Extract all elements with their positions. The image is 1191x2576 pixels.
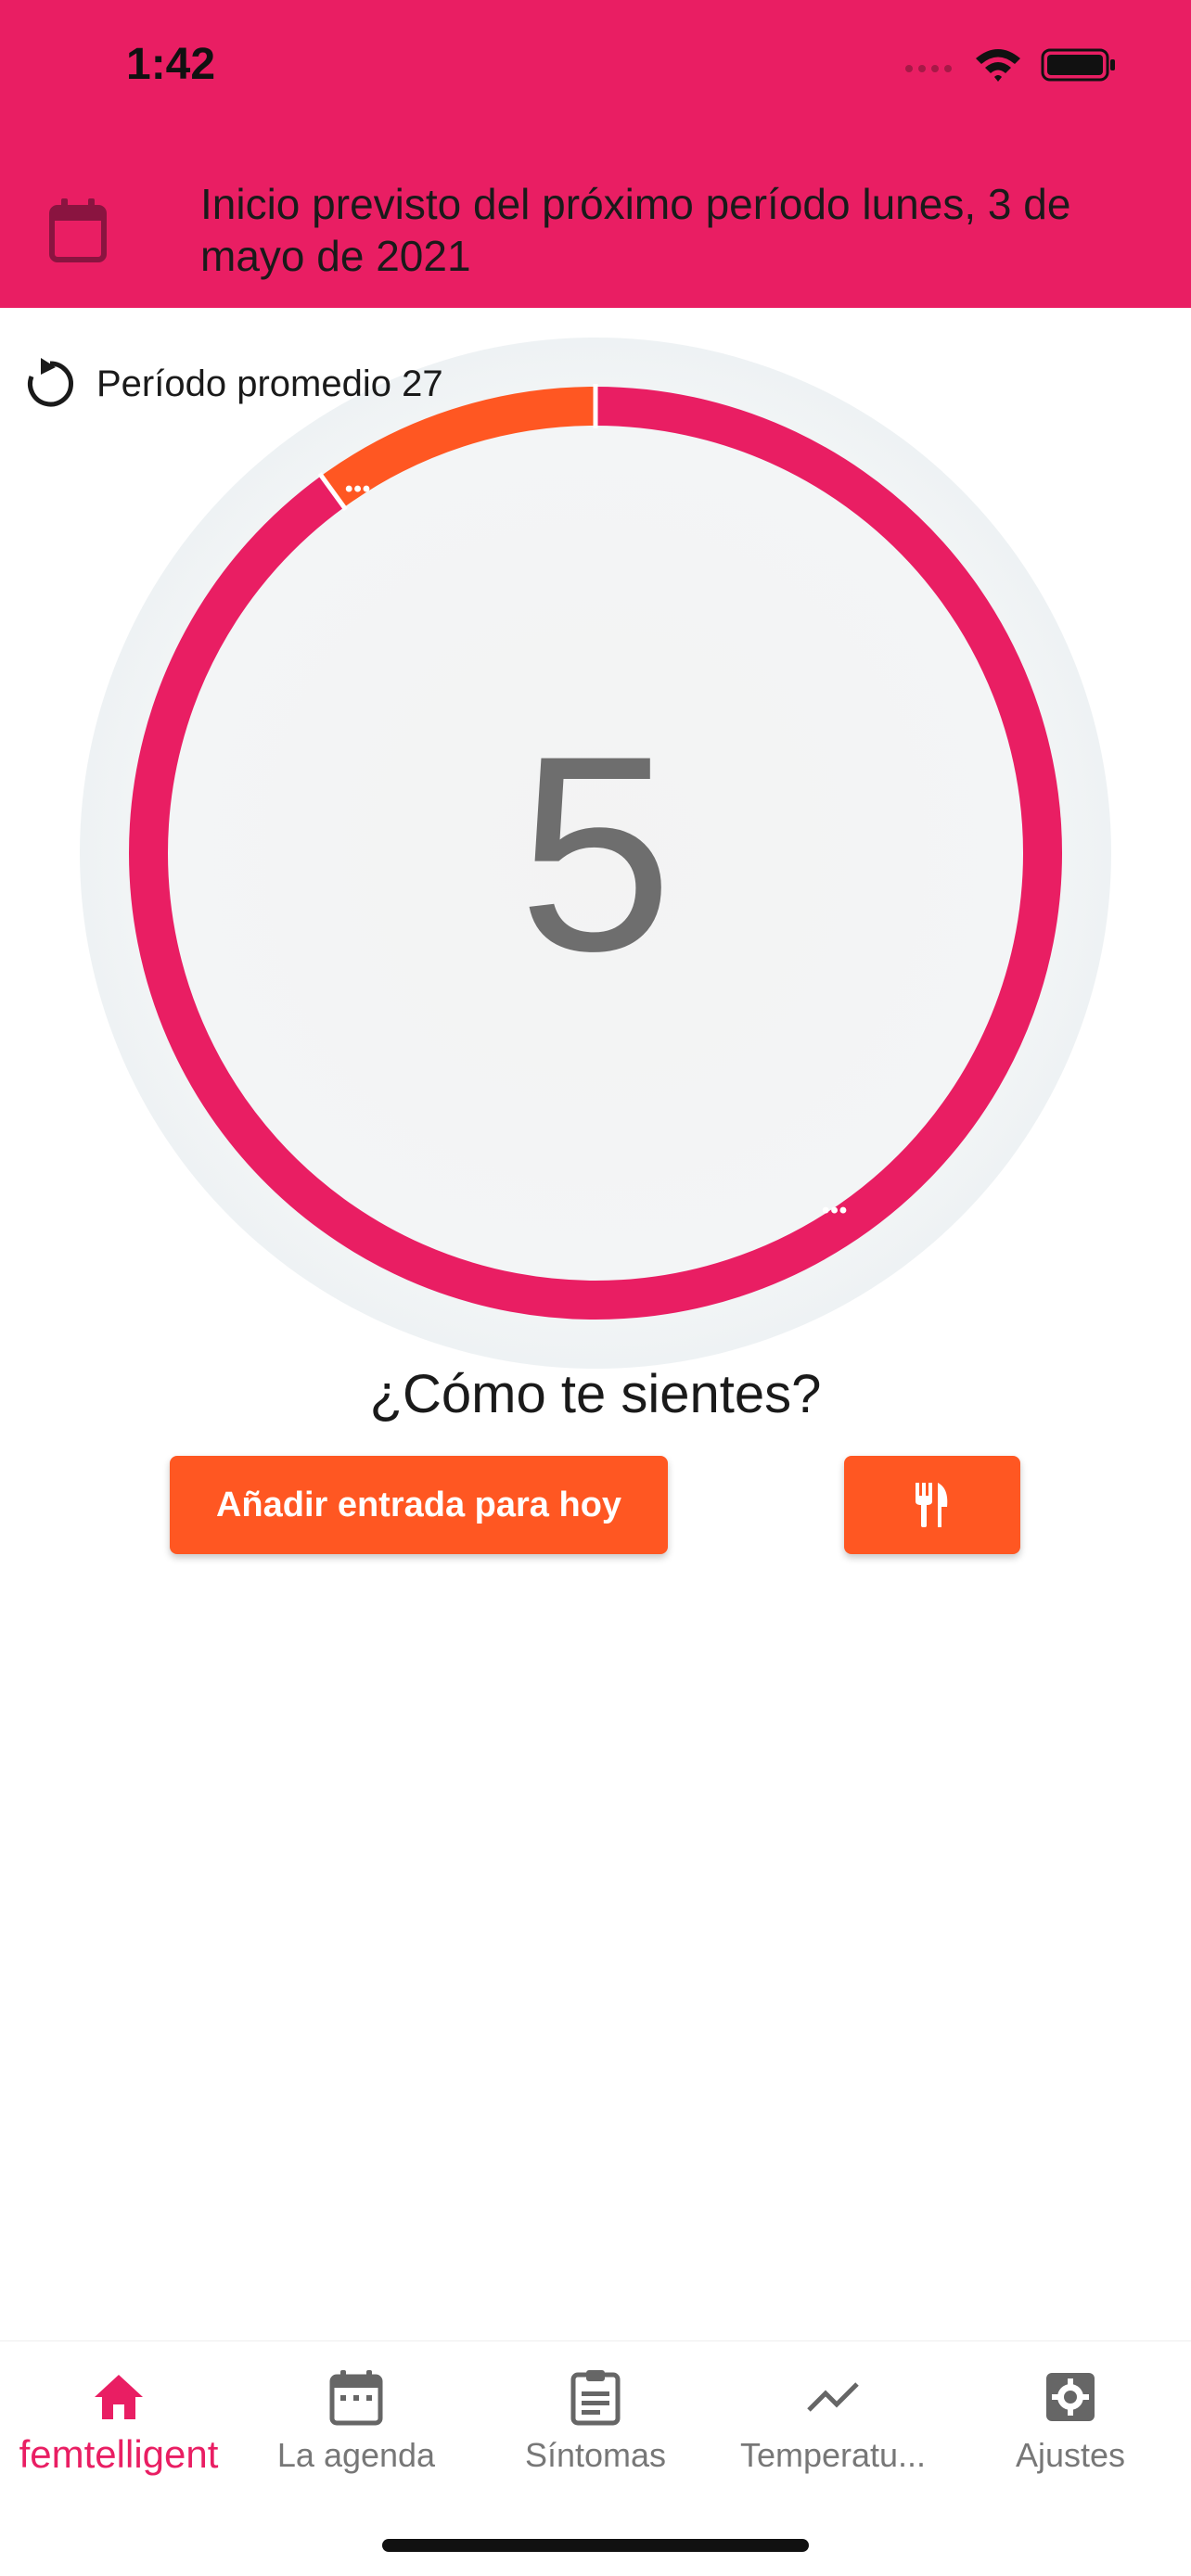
history-icon bbox=[28, 358, 73, 407]
status-time: 1:42 bbox=[126, 40, 216, 89]
average-period[interactable]: Período promedio 27 bbox=[22, 356, 443, 412]
nav-item-home[interactable]: femtelligent bbox=[0, 2367, 237, 2477]
calendar-icon bbox=[329, 2370, 383, 2426]
feeling-question: ¿Cómo te sientes? bbox=[369, 1364, 822, 1424]
nav-label-settings: Ajustes bbox=[1015, 2436, 1126, 2474]
app-header: 1:42 Inicio previsto del próximo período… bbox=[0, 0, 1191, 308]
home-indicator bbox=[382, 2539, 809, 2552]
nav-item-symptoms[interactable]: Síntomas bbox=[477, 2367, 714, 2475]
nav-label-home: femtelligent bbox=[19, 2432, 219, 2476]
clipboard-icon bbox=[570, 2370, 621, 2426]
calendar-icon[interactable] bbox=[48, 198, 108, 263]
add-entry-button[interactable]: Añadir entrada para hoy bbox=[170, 1456, 668, 1554]
nav-label-temperature: Temperatu... bbox=[739, 2436, 927, 2474]
nav-item-temperature[interactable]: Temperatu... bbox=[714, 2367, 952, 2475]
home-icon bbox=[95, 2375, 143, 2419]
cycle-ring[interactable]: ••• ••• 5 bbox=[80, 338, 1111, 1369]
nav-label-symptoms: Síntomas bbox=[524, 2436, 667, 2474]
food-button[interactable] bbox=[844, 1456, 1020, 1554]
next-period-text: Inicio previsto del próximo período lune… bbox=[200, 180, 1071, 280]
trend-icon bbox=[807, 2382, 859, 2412]
nav-item-agenda[interactable]: La agenda bbox=[237, 2367, 475, 2475]
average-period-label: Período promedio 27 bbox=[96, 363, 443, 404]
settings-icon bbox=[1046, 2373, 1095, 2421]
status-icons bbox=[903, 46, 1117, 83]
wifi-icon bbox=[976, 49, 1020, 82]
nav-label-agenda: La agenda bbox=[276, 2436, 436, 2474]
battery-icon bbox=[1041, 48, 1115, 82]
signal-icon bbox=[905, 65, 952, 72]
current-cycle-day: 5 bbox=[518, 697, 673, 1009]
nav-item-settings[interactable]: Ajustes bbox=[952, 2367, 1189, 2475]
restaurant-icon bbox=[916, 1483, 948, 1527]
